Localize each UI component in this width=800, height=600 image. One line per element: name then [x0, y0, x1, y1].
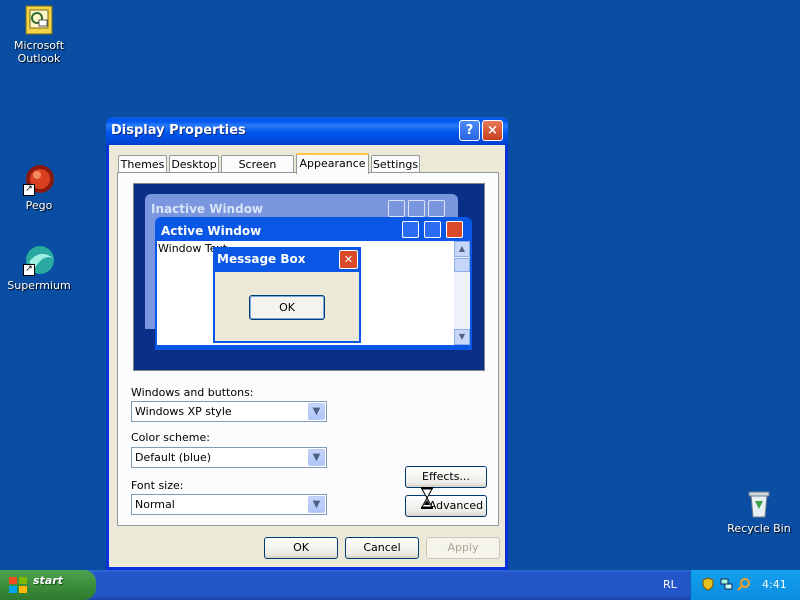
tab-themes[interactable]: Themes — [118, 155, 167, 173]
ok-button[interactable]: OK — [264, 537, 338, 559]
network-icon[interactable] — [719, 577, 733, 591]
advanced-button[interactable]: Advanced — [405, 495, 487, 517]
preview-ok-button: OK — [249, 295, 325, 320]
windows-buttons-label: Windows and buttons: — [131, 386, 254, 399]
minimize-icon — [388, 200, 405, 217]
chevron-down-icon[interactable]: ▼ — [308, 496, 325, 513]
help-button[interactable]: ? — [459, 120, 480, 141]
preview-inactive-title: Inactive Window — [151, 202, 264, 216]
apply-button[interactable]: Apply — [426, 537, 500, 559]
pego-icon: ↗ — [23, 164, 55, 196]
security-shield-icon[interactable] — [701, 577, 715, 591]
effects-button[interactable]: Effects... — [405, 466, 487, 488]
search-icon[interactable] — [737, 577, 751, 591]
color-scheme-select[interactable]: Default (blue) ▼ — [131, 447, 327, 468]
desktop-icon-pego[interactable]: ↗ Pego — [1, 164, 77, 212]
appearance-preview: Inactive Window Active Window Window Tex… — [133, 183, 485, 371]
taskbar: start RL 4:41 — [0, 570, 800, 600]
cancel-button[interactable]: Cancel — [345, 537, 419, 559]
desktop-icon-label: Supermium — [7, 279, 71, 292]
scroll-up-icon: ▲ — [454, 241, 470, 257]
close-icon: ✕ — [339, 250, 358, 269]
font-size-select[interactable]: Normal ▼ — [131, 494, 327, 515]
system-tray: 4:41 — [690, 570, 800, 600]
preview-message-box: Message Box ✕ OK — [213, 247, 361, 343]
display-properties-window: Display Properties ? × Themes Desktop Sc… — [106, 117, 508, 570]
shortcut-arrow-icon: ↗ — [23, 264, 35, 276]
clock: 4:41 — [762, 578, 787, 591]
tab-appearance[interactable]: Appearance — [296, 153, 369, 174]
shortcut-arrow-icon: ↗ — [23, 184, 35, 196]
windows-flag-icon — [9, 577, 27, 593]
maximize-icon — [424, 221, 441, 238]
scroll-thumb — [454, 258, 470, 272]
close-icon — [446, 221, 463, 238]
color-scheme-label: Color scheme: — [131, 431, 210, 444]
appearance-panel: Inactive Window Active Window Window Tex… — [117, 172, 499, 526]
desktop-icon-outlook[interactable]: Microsoft Outlook — [1, 4, 77, 65]
preview-scrollbar: ▲ ▼ — [454, 241, 470, 345]
hourglass-cursor-icon — [421, 487, 433, 509]
preview-active-title: Active Window — [161, 224, 262, 238]
tab-screen-saver[interactable]: Screen Saver — [221, 155, 294, 188]
tab-desktop[interactable]: Desktop — [169, 155, 219, 173]
tab-settings[interactable]: Settings — [371, 155, 420, 173]
windows-buttons-value: Windows XP style — [135, 405, 232, 418]
desktop-icon-label: Pego — [25, 199, 53, 212]
recycle-bin-icon — [743, 487, 775, 519]
preview-message-title: Message Box — [217, 252, 306, 266]
outlook-icon — [23, 4, 55, 36]
minimize-icon — [402, 221, 419, 238]
chevron-down-icon[interactable]: ▼ — [308, 403, 325, 420]
window-title: Display Properties — [111, 123, 246, 138]
desktop-icon-label: Microsoft Outlook — [13, 39, 65, 65]
close-icon — [428, 200, 445, 217]
title-bar[interactable]: Display Properties ? × — [106, 117, 508, 145]
color-scheme-value: Default (blue) — [135, 451, 212, 464]
desktop-icon-supermium[interactable]: ↗ Supermium — [1, 244, 77, 292]
desktop-icon-recycle-bin[interactable]: Recycle Bin — [721, 487, 797, 535]
desktop-icon-label: Recycle Bin — [727, 522, 791, 535]
maximize-icon — [408, 200, 425, 217]
chevron-down-icon[interactable]: ▼ — [308, 449, 325, 466]
start-label: start — [33, 574, 63, 587]
close-button[interactable]: × — [482, 120, 503, 141]
language-indicator[interactable]: RL — [663, 578, 677, 591]
font-size-value: Normal — [135, 498, 175, 511]
font-size-label: Font size: — [131, 479, 184, 492]
start-button[interactable]: start — [0, 570, 96, 600]
supermium-icon: ↗ — [23, 244, 55, 276]
preview-message-titlebar: Message Box ✕ — [213, 247, 361, 272]
scroll-down-icon: ▼ — [454, 329, 470, 345]
windows-buttons-select[interactable]: Windows XP style ▼ — [131, 401, 327, 422]
